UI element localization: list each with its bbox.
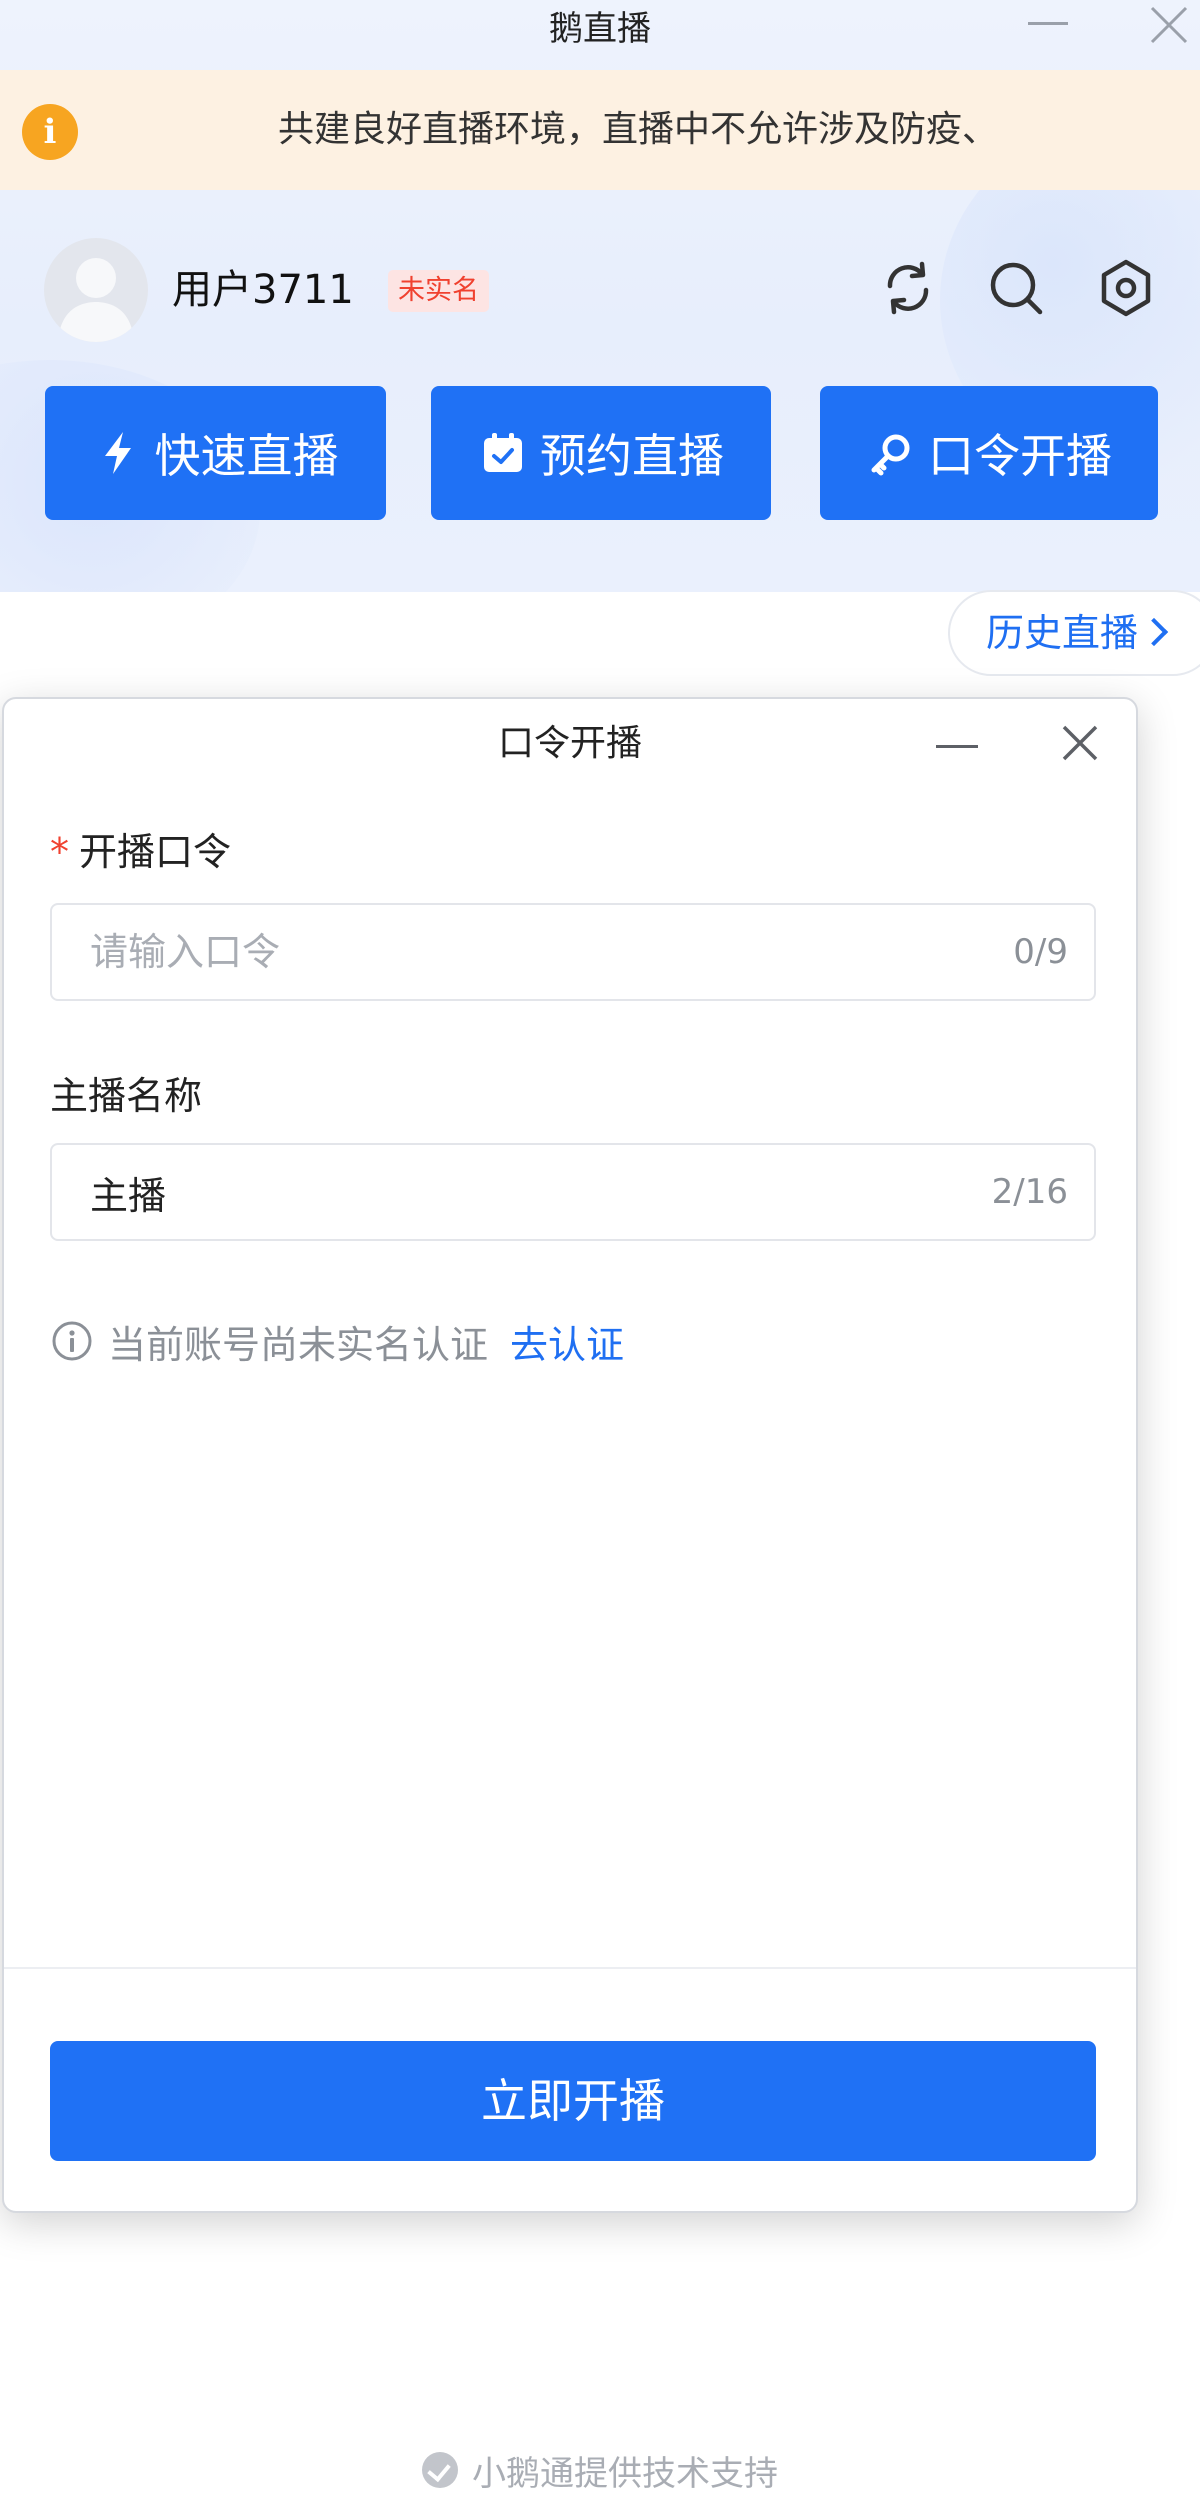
passcode-label: 开播口令 — [79, 830, 232, 874]
passcode-label-row: * 开播口令 — [50, 821, 231, 876]
dialog-close-icon[interactable] — [1056, 719, 1104, 767]
dialog-divider — [4, 1967, 1136, 1969]
notice-bar: i 共建良好直播环境，直播中不允许涉及防疫、 — [0, 70, 1200, 190]
verify-link[interactable]: 去认证 — [510, 1314, 624, 1369]
minimize-icon[interactable] — [1028, 22, 1068, 25]
dialog-title: 口令开播 — [497, 723, 642, 764]
calendar-check-icon — [484, 433, 522, 472]
close-icon[interactable] — [1144, 2, 1194, 52]
footer-text: 小鹅通提供技术支持 — [472, 2453, 778, 2494]
avatar[interactable] — [44, 238, 148, 342]
gear-icon — [1101, 259, 1151, 317]
settings-button[interactable] — [1094, 256, 1158, 320]
verify-notice: 当前账号尚未实名认证 去认证 — [50, 1311, 624, 1371]
refresh-icon — [887, 261, 929, 315]
window-title: 鹅直播 — [549, 9, 651, 49]
passcode-live-label: 口令开播 — [928, 429, 1112, 483]
search-button[interactable] — [984, 256, 1048, 320]
quick-live-label: 快速直播 — [154, 429, 339, 483]
quick-live-button[interactable]: 快速直播 — [45, 386, 386, 520]
anchor-name-input[interactable] — [88, 1145, 968, 1239]
passcode-live-button[interactable]: 口令开播 — [820, 386, 1158, 520]
passcode-input[interactable] — [88, 905, 968, 999]
verify-text: 当前账号尚未实名认证 — [108, 1322, 489, 1367]
lightning-icon — [104, 432, 131, 474]
start-live-button[interactable]: 立即开播 — [50, 2041, 1096, 2161]
key-icon — [871, 434, 910, 476]
info-warning-icon: i — [22, 104, 78, 160]
passcode-counter: 0/9 — [1013, 932, 1068, 972]
history-live-button[interactable]: 历史直播 — [948, 590, 1200, 676]
dialog-minimize-icon[interactable] — [936, 745, 978, 748]
user-silhouette-icon — [58, 258, 134, 342]
refresh-button[interactable] — [876, 256, 940, 320]
anchor-name-label: 主播名称 — [50, 1074, 203, 1118]
anchor-name-field[interactable]: 2/16 — [50, 1143, 1096, 1241]
chevron-right-icon — [1139, 617, 1169, 647]
schedule-live-label: 预约直播 — [540, 429, 724, 483]
title-bar: 鹅直播 — [0, 0, 1200, 70]
required-mark: * — [50, 830, 69, 874]
notice-text: 共建良好直播环境，直播中不允许涉及防疫、 — [278, 109, 999, 150]
passcode-dialog: 口令开播 *开播口令 0/9 主播名称 2/16 当前账号尚未实名认证 去认证 … — [2, 697, 1138, 2213]
passcode-field[interactable]: 0/9 — [50, 903, 1096, 1001]
info-icon — [52, 1321, 92, 1361]
history-live-label: 历史直播 — [986, 611, 1139, 655]
schedule-live-button[interactable]: 预约直播 — [431, 386, 771, 520]
anchor-name-counter: 2/16 — [991, 1172, 1068, 1212]
footer: 小鹅通提供技术支持 — [0, 2442, 1200, 2498]
search-icon — [990, 262, 1043, 315]
xiaoe-logo-icon — [422, 2452, 458, 2488]
user-name: 用户3711 — [172, 267, 354, 313]
unverified-badge: 未实名 — [388, 270, 489, 312]
